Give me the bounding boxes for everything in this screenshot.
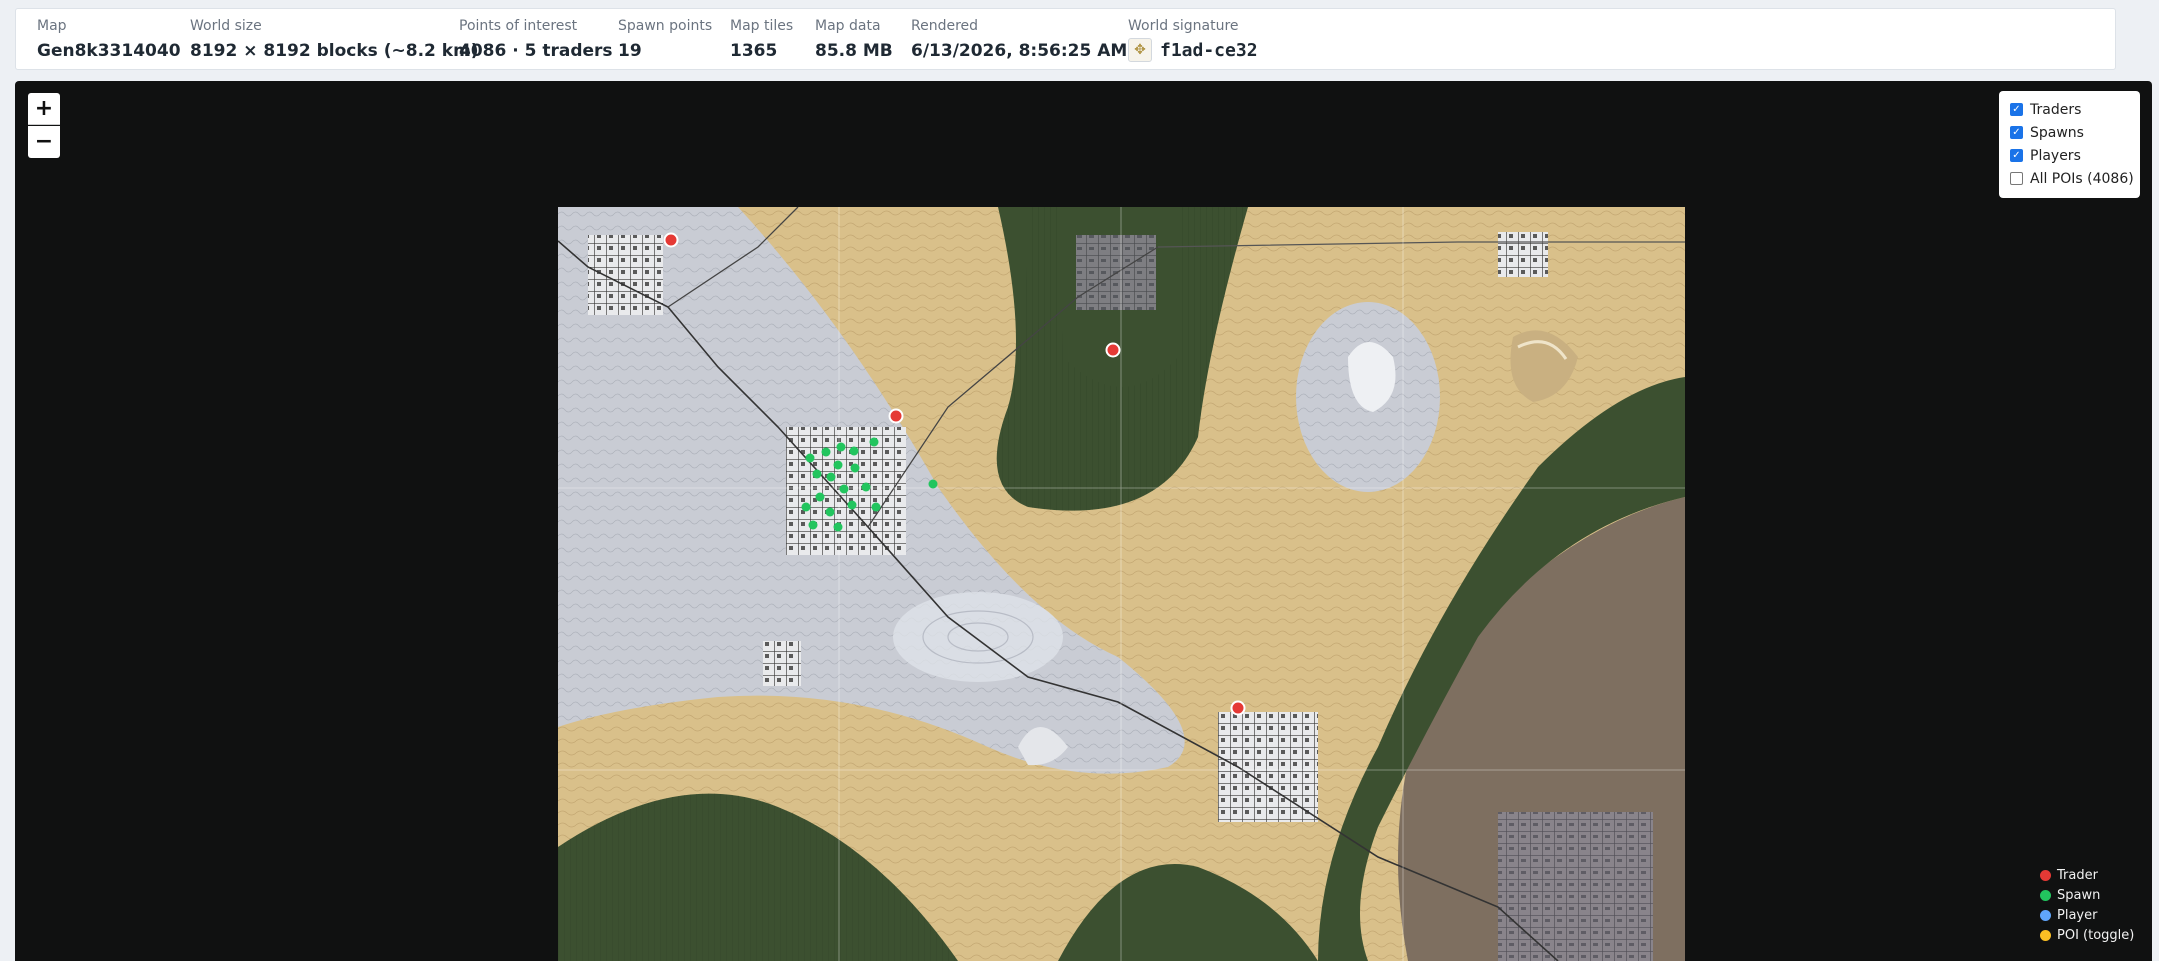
legend-item-spawn: Spawn — [2040, 885, 2150, 905]
checkbox-unchecked-icon[interactable] — [2010, 172, 2023, 185]
signature-value: f1ad-ce32 — [1160, 39, 1258, 61]
legend-label: Spawn — [2057, 887, 2101, 903]
stat-value: Gen8k3314040 — [37, 41, 181, 61]
layer-label: Players — [2030, 147, 2081, 164]
legend-item-player: Player — [2040, 905, 2150, 925]
map-legend: Trader Spawn Player POI (toggle) — [2040, 865, 2150, 945]
stat-label: Rendered — [911, 18, 979, 34]
zoom-out-button[interactable]: − — [28, 126, 60, 158]
player-dot-icon — [2040, 909, 2051, 921]
trader-dot-icon — [2040, 869, 2051, 881]
layer-label: Spawns — [2030, 124, 2084, 141]
stat-value: 4086 · 5 traders — [459, 41, 613, 61]
stat-label: World signature — [1128, 18, 1239, 34]
stat-value: 85.8 MB — [815, 41, 893, 61]
stat-map: Map Gen8k3314040 — [37, 17, 181, 62]
checkbox-checked-icon[interactable]: ✓ — [2010, 103, 2023, 116]
layer-label: Traders — [2030, 101, 2082, 118]
stat-map-data: Map data 85.8 MB — [815, 17, 893, 62]
layer-toggle-spawns[interactable]: ✓ Spawns — [2010, 121, 2140, 144]
stat-value: 19 — [618, 41, 642, 61]
map-viewport[interactable]: + − ✓ Traders ✓ Spawns ✓ Players All POI… — [15, 81, 2152, 961]
stat-world-signature: World signature ✥ f1ad-ce32 — [1128, 17, 1258, 62]
layer-control: ✓ Traders ✓ Spawns ✓ Players All POIs (4… — [1999, 91, 2140, 198]
legend-label: Trader — [2057, 867, 2098, 883]
stat-label: Points of interest — [459, 18, 578, 34]
layer-toggle-all-pois[interactable]: All POIs (4086) — [2010, 167, 2140, 190]
layer-label: All POIs (4086) — [2030, 170, 2134, 187]
checkbox-checked-icon[interactable]: ✓ — [2010, 126, 2023, 139]
stat-label: Spawn points — [618, 18, 713, 34]
stat-label: World size — [190, 18, 262, 34]
stat-rendered: Rendered 6/13/2026, 8:56:25 AM — [911, 17, 1127, 62]
stat-spawn-points: Spawn points 19 — [618, 17, 712, 62]
stat-label: Map data — [815, 18, 881, 34]
world-map-image[interactable] — [558, 207, 1685, 961]
legend-item-poi: POI (toggle) — [2040, 925, 2150, 945]
stat-world-size: World size 8192 × 8192 blocks (~8.2 km) — [190, 17, 479, 62]
layer-toggle-players[interactable]: ✓ Players — [2010, 144, 2140, 167]
signature-glyph-icon: ✥ — [1128, 38, 1152, 62]
legend-label: POI (toggle) — [2057, 927, 2135, 943]
stats-bar: Map Gen8k3314040 World size 8192 × 8192 … — [15, 8, 2116, 70]
layer-toggle-traders[interactable]: ✓ Traders — [2010, 98, 2140, 121]
poi-dot-icon — [2040, 929, 2051, 941]
checkbox-checked-icon[interactable]: ✓ — [2010, 149, 2023, 162]
stat-label: Map tiles — [730, 18, 794, 34]
stat-points-of-interest: Points of interest 4086 · 5 traders — [459, 17, 613, 62]
stat-value: 8192 × 8192 blocks (~8.2 km) — [190, 41, 479, 61]
legend-item-trader: Trader — [2040, 865, 2150, 885]
zoom-in-button[interactable]: + — [28, 93, 60, 125]
spawn-dot-icon — [2040, 889, 2051, 901]
legend-label: Player — [2057, 907, 2098, 923]
stat-label: Map — [37, 18, 67, 34]
stat-value: 6/13/2026, 8:56:25 AM — [911, 41, 1128, 61]
stat-map-tiles: Map tiles 1365 — [730, 17, 793, 62]
stat-value: 1365 — [730, 41, 778, 61]
